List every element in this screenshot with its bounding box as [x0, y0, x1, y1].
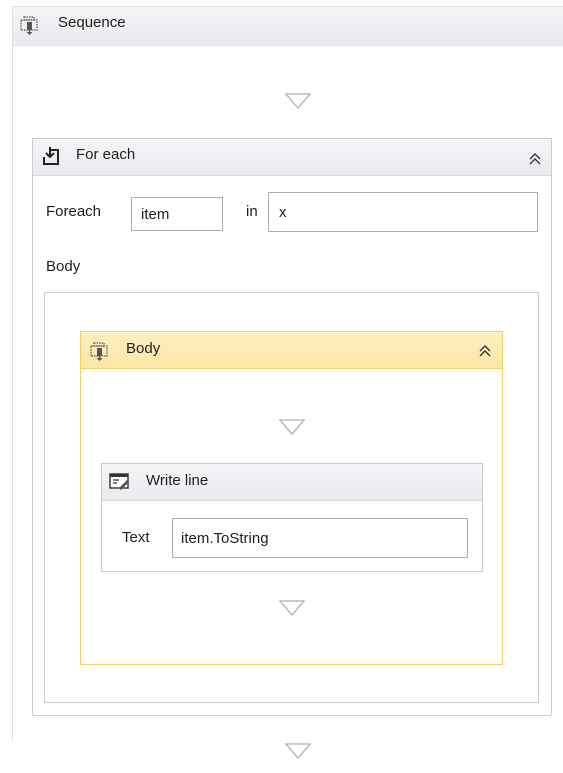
drop-target-arrow-3[interactable]: [278, 599, 306, 617]
foreach-label: Foreach: [46, 203, 102, 220]
sequence-title: Sequence: [58, 14, 126, 31]
drop-target-arrow-1[interactable]: [284, 92, 312, 110]
sequence-icon: [90, 342, 108, 361]
body-sequence-title: Body: [126, 340, 161, 357]
collapse-icon[interactable]: [476, 342, 494, 360]
foreach-item-field[interactable]: item: [131, 197, 223, 231]
writeline-title: Write line: [146, 472, 209, 489]
foreach-title: For each: [76, 146, 136, 163]
writeline-icon: [109, 473, 129, 490]
drop-target-arrow-4[interactable]: [284, 742, 312, 760]
collapse-icon[interactable]: [526, 150, 544, 168]
drop-target-arrow-2[interactable]: [278, 418, 306, 436]
in-label: in: [246, 203, 258, 220]
body-label: Body: [46, 258, 81, 275]
text-label: Text: [122, 529, 150, 546]
sequence-icon: [20, 16, 38, 35]
foreach-icon: [43, 147, 59, 165]
foreach-collection-field[interactable]: x: [268, 192, 538, 232]
writeline-text-field[interactable]: item.ToString: [172, 518, 468, 558]
